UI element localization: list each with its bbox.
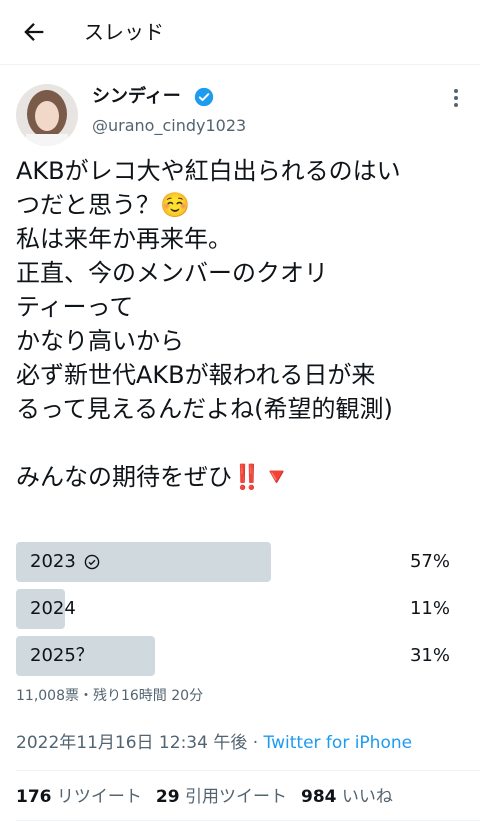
timestamp-date[interactable]: 2022年11月16日 12:34 午後 [16,733,247,753]
blush-emoji-icon: ☺️ [160,191,190,219]
poll-option[interactable]: 2023 57% [16,542,464,582]
tweet-line: 正直、今のメンバーのクオリ [16,259,328,287]
tweet-text: AKBがレコ大や紅白出られるのはい つだと思う？☺️ 私は来年か再来年。 正直、… [16,154,468,494]
check-circle-icon [84,554,100,570]
tweet-stats: 176 リツイート 29 引用ツイート 984 いいね [16,784,393,810]
tweet-line: 必ず新世代AKBが報われる日が来 [16,361,376,389]
thread-header: スレッド [0,0,480,65]
tweet-line: ティーって [16,293,134,321]
tweet-timestamp: 2022年11月16日 12:34 午後 · Twitter for iPhon… [16,733,413,753]
retweets-stat[interactable]: 176 リツイート [16,787,142,807]
poll-option[interactable]: 2025？ 31% [16,636,464,676]
red-triangle-emoji-icon: 🔻 [261,463,292,491]
tweet-line: つだと思う？☺️ [16,191,190,219]
verified-badge-icon [194,87,214,107]
divider [16,770,480,771]
tweet-line: かなり高いから [16,327,184,355]
header-title: スレッド [84,20,164,44]
avatar[interactable] [16,84,78,146]
quotes-stat[interactable]: 29 引用ツイート [156,787,287,807]
tweet-line [16,426,468,460]
tweet-line: AKBがレコ大や紅白出られるのはい [16,157,401,185]
poll-option-label: 2025？ [30,645,94,666]
poll-option-label: 2023 [30,551,76,572]
divider [16,820,480,821]
arrow-left-icon[interactable] [20,18,48,46]
poll-meta: 11,008票・残り16時間 20分 [16,688,204,704]
double-exclamation-emoji-icon: ‼️ [232,463,262,491]
poll-option-percent: 31% [409,645,450,666]
poll-option-percent: 57% [409,551,450,572]
author-name[interactable]: シンディー [92,84,181,110]
source-link[interactable]: Twitter for iPhone [264,733,413,753]
tweet-line: 私は来年か再来年。 [16,225,232,253]
poll-option-label: 2024 [30,598,76,619]
tweet-line: みんなの期待をぜひ‼️🔻 [16,463,292,491]
likes-stat[interactable]: 984 いいね [301,787,393,807]
author-handle[interactable]: @urano_cindy1023 [92,114,246,138]
poll-option-percent: 11% [409,598,450,619]
poll-option[interactable]: 2024 11% [16,589,464,629]
tweet-line: るって見えるんだよね(希望的観測) [16,395,393,423]
more-options-icon[interactable] [446,86,466,110]
